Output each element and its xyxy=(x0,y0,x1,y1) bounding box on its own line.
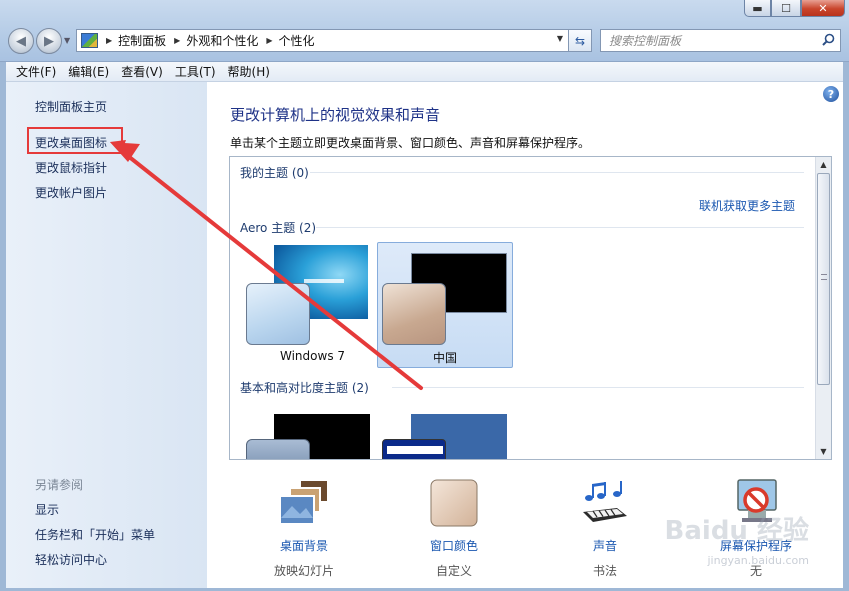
sound-icon xyxy=(583,481,627,522)
left-nav-pane: 控制面板主页 更改桌面图标 更改鼠标指针 更改帐户图片 另请参阅 显示 任务栏和… xyxy=(6,82,207,588)
divider xyxy=(310,172,804,173)
back-button[interactable]: ◀ xyxy=(8,28,34,54)
menu-help[interactable]: 帮助(H) xyxy=(222,63,276,80)
change-desktop-icons-link[interactable]: 更改桌面图标 xyxy=(35,134,107,151)
minimize-button[interactable]: ▬ xyxy=(744,0,771,17)
desktop-background-value: 放映幻灯片 xyxy=(273,564,334,578)
grip-icon xyxy=(821,274,827,280)
get-more-themes-online-link[interactable]: 联机获取更多主题 xyxy=(699,197,795,214)
recent-pages-dropdown[interactable]: ▼ xyxy=(64,36,70,45)
forward-button[interactable]: ▶ xyxy=(36,28,62,54)
scrollbar-thumb[interactable] xyxy=(817,173,830,385)
taskbar-start-menu-link[interactable]: 任务栏和「开始」菜单 xyxy=(35,526,155,543)
breadcrumb-control-panel[interactable]: 控制面板 xyxy=(118,32,166,49)
scroll-up-icon[interactable]: ▲ xyxy=(816,157,831,172)
refresh-icon: ⇆ xyxy=(574,33,586,48)
change-account-picture-link[interactable]: 更改帐户图片 xyxy=(35,184,107,201)
theme-classic-color-swatch[interactable] xyxy=(382,439,446,459)
window-color-label[interactable]: 窗口颜色 xyxy=(399,537,509,554)
display-link[interactable]: 显示 xyxy=(35,501,59,518)
window-controls: ▬ ☐ ✕ xyxy=(744,0,845,17)
see-also-heading: 另请参阅 xyxy=(35,478,84,492)
divider xyxy=(316,227,804,228)
maximize-button[interactable]: ☐ xyxy=(771,0,801,17)
control-panel-icon xyxy=(81,33,98,48)
chevron-right-icon[interactable]: ▶ xyxy=(174,36,180,45)
chevron-right-icon[interactable]: ▶ xyxy=(106,36,112,45)
theme-list-scrollbar[interactable]: ▲ ▼ xyxy=(815,157,831,459)
desktop-background-icon xyxy=(279,479,329,525)
breadcrumb-appearance[interactable]: 外观和个性化 xyxy=(186,32,258,49)
window-color-option[interactable]: 窗口颜色 自定义 xyxy=(399,478,509,579)
section-my-themes: 我的主题 (0) xyxy=(240,166,309,180)
section-basic-themes: 基本和高对比度主题 (2) xyxy=(240,381,369,395)
window-color-value: 自定义 xyxy=(435,564,472,578)
address-dropdown-icon[interactable]: ▼ xyxy=(557,34,563,43)
close-button[interactable]: ✕ xyxy=(801,0,845,17)
sound-option[interactable]: 声音 书法 xyxy=(550,478,660,579)
menu-tools[interactable]: 工具(T) xyxy=(169,63,222,80)
arrow-right-icon: ▶ xyxy=(44,33,54,49)
search-input[interactable]: 搜索控制面板 xyxy=(609,32,681,49)
baidu-watermark: Baidu 经验 xyxy=(664,516,809,546)
sound-label[interactable]: 声音 xyxy=(550,537,660,554)
window-color-icon xyxy=(430,479,478,527)
page-title: 更改计算机上的视觉效果和声音 xyxy=(230,106,441,124)
ease-of-access-link[interactable]: 轻松访问中心 xyxy=(35,551,107,568)
page-description: 单击某个主题立即更改桌面背景、窗口颜色、声音和屏幕保护程序。 xyxy=(230,136,591,150)
theme-china-label[interactable]: 中国 xyxy=(433,349,457,366)
search-icon[interactable] xyxy=(822,33,835,46)
address-bar[interactable]: ▶ 控制面板 ▶ 外观和个性化 ▶ 个性化 ▼ xyxy=(76,29,592,52)
theme-china-color-swatch[interactable] xyxy=(382,283,446,345)
breadcrumb-personalization[interactable]: 个性化 xyxy=(279,32,315,49)
section-aero-themes: Aero 主题 (2) xyxy=(240,221,317,235)
scroll-down-icon[interactable]: ▼ xyxy=(816,444,831,459)
theme-windows7-color-swatch[interactable] xyxy=(246,283,310,345)
arrow-left-icon: ◀ xyxy=(16,33,26,49)
theme-list[interactable]: 我的主题 (0) 联机获取更多主题 Aero 主题 (2) Windows 7 … xyxy=(229,156,832,460)
help-icon[interactable]: ? xyxy=(823,86,839,102)
menu-file[interactable]: 文件(F) xyxy=(10,63,62,80)
search-box[interactable]: 搜索控制面板 xyxy=(600,29,841,52)
desktop-background-label[interactable]: 桌面背景 xyxy=(249,537,359,554)
window-chrome: ▬ ☐ ✕ ◀ ▶ ▼ ▶ 控制面板 ▶ 外观和个性化 ▶ 个性化 ▼ ⇆ 搜索… xyxy=(0,0,849,62)
baidu-watermark-url: jingyan.baidu.com xyxy=(707,554,809,567)
chevron-right-icon[interactable]: ▶ xyxy=(266,36,272,45)
theme-basic-color-swatch[interactable] xyxy=(246,439,310,459)
change-mouse-pointer-link[interactable]: 更改鼠标指针 xyxy=(35,159,107,176)
refresh-button[interactable]: ⇆ xyxy=(568,29,592,52)
theme-windows7-label[interactable]: Windows 7 xyxy=(280,349,345,363)
sound-value: 书法 xyxy=(592,564,617,578)
menu-edit[interactable]: 编辑(E) xyxy=(62,63,115,80)
divider xyxy=(392,387,804,388)
desktop-background-option[interactable]: 桌面背景 放映幻灯片 xyxy=(249,478,359,579)
menu-view[interactable]: 查看(V) xyxy=(115,63,169,80)
control-panel-home-link[interactable]: 控制面板主页 xyxy=(35,98,107,115)
menu-bar: 文件(F) 编辑(E) 查看(V) 工具(T) 帮助(H) xyxy=(6,62,843,82)
